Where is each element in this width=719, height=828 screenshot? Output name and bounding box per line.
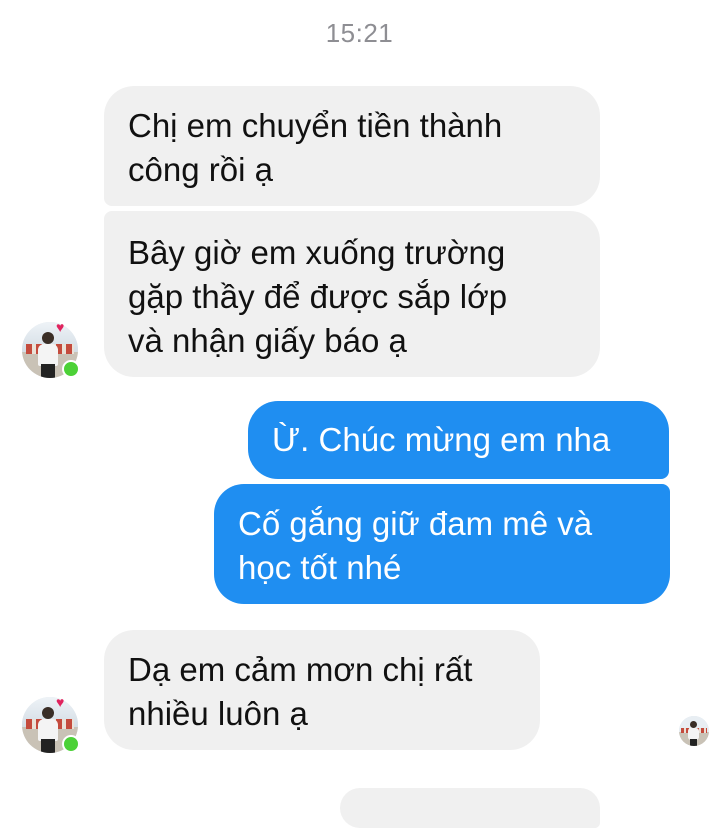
avatar-person-legs xyxy=(41,364,55,378)
avatar-person-legs xyxy=(41,739,55,753)
message-bubble-partial[interactable] xyxy=(340,788,600,828)
online-status-icon xyxy=(62,735,80,753)
chat-timestamp: 15:21 xyxy=(325,18,394,48)
message-bubble-outgoing[interactable]: Ừ. Chúc mừng em nha xyxy=(248,401,669,479)
seen-avatar-icon xyxy=(679,716,709,746)
message-bubble-incoming[interactable]: Bây giờ em xuống trường gặp thầy để được… xyxy=(104,211,600,377)
seen-avatar-person-head xyxy=(690,721,697,728)
online-status-icon xyxy=(62,360,80,378)
heart-icon: ♥ xyxy=(56,694,65,710)
avatar-person-head xyxy=(42,707,54,719)
heart-icon: ♥ xyxy=(56,319,65,335)
seen-avatar-person-legs xyxy=(690,739,697,746)
message-bubble-outgoing[interactable]: Cố gắng giữ đam mê và học tốt nhé xyxy=(214,484,670,604)
avatar-person-body xyxy=(38,344,58,366)
avatar-person-body xyxy=(38,719,58,741)
avatar-person-head xyxy=(42,332,54,344)
message-bubble-incoming[interactable]: Dạ em cảm mơn chị rất nhiều luôn ạ xyxy=(104,630,540,750)
message-bubble-incoming[interactable]: Chị em chuyển tiền thành công rồi ạ xyxy=(104,86,600,206)
